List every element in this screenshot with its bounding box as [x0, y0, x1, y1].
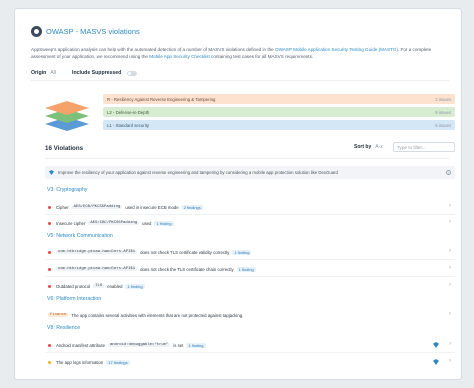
section-title-platform: V6: Platform Interaction [47, 296, 102, 302]
section-title-cryptography: V3: Cryptography [47, 187, 88, 193]
chevron-right-icon[interactable]: › [449, 203, 451, 209]
row-text: The app logs information [56, 359, 104, 365]
severity-dot [48, 343, 51, 347]
divider [45, 214, 455, 215]
severity-dot [48, 267, 51, 271]
divider [45, 158, 449, 159]
section-title-resilience: V8: Resilience [47, 325, 81, 331]
violation-row[interactable]: The app logs information 17 findings › [45, 357, 455, 367]
chevron-right-icon[interactable]: › [449, 265, 451, 271]
severity-dot [48, 221, 51, 225]
row-text: enabled [107, 283, 123, 289]
card-header: OWASP - MASVS violations [31, 26, 140, 37]
level-issues: 2 issues [435, 96, 451, 102]
violation-row[interactable]: Outdated protocol TLS enabled 1 finding … [45, 281, 455, 291]
row-text: is set [173, 342, 184, 348]
row-text: Outdated protocol [56, 283, 91, 289]
row-text: Cipher [56, 204, 69, 210]
chevron-right-icon[interactable]: › [449, 341, 451, 347]
filters-bar: Origin All Include Suppressed [31, 70, 138, 76]
chevron-right-icon[interactable]: › [449, 248, 451, 254]
row-text: does not check TLS certificate validity … [140, 249, 230, 255]
findings-badge: 1 finding [154, 220, 174, 226]
masvs-levels-stack-icon [43, 95, 91, 135]
filter-input[interactable] [393, 142, 455, 152]
section-title-network: V5: Network Communication [47, 233, 113, 239]
level-label: L2 - Defense-in-Depth [107, 109, 150, 115]
row-text: Insecure cipher [56, 220, 86, 226]
dexguard-icon [433, 342, 439, 348]
violation-row[interactable]: Finance The app contains several activit… [45, 310, 455, 320]
checklist-link[interactable]: Mobile App Security Checklist [149, 54, 210, 59]
violations-count: 16 Violations [45, 145, 84, 152]
violation-row[interactable]: Cipher AES/ECB/PKCS5Padding used in inse… [45, 202, 455, 212]
level-bar-resiliency[interactable]: R - Resiliency Against Reverse Engineeri… [103, 94, 455, 104]
include-suppressed-toggle[interactable] [127, 70, 138, 76]
level-issues: 9 issues [435, 109, 451, 115]
findings-badge: 2 findings [181, 204, 203, 210]
levels-list: R - Resiliency Against Reverse Engineeri… [103, 94, 455, 133]
suppressed-label: Include Suppressed [72, 70, 122, 76]
level-label: R - Resiliency Against Reverse Engineeri… [107, 96, 216, 102]
row-code: com.htbridge.pivaa.handlers.API$1 [56, 250, 138, 254]
divider [31, 80, 449, 81]
divider [45, 276, 455, 277]
findings-badge: 1 finding [232, 249, 252, 255]
row-code: AES/ECB/PKCS5Padding [71, 205, 123, 209]
description: AppSweep's application analysis can help… [31, 47, 451, 60]
row-code: android:debuggable="true" [107, 343, 171, 347]
level-bar-defense[interactable]: L2 - Defense-in-Depth 9 issues [103, 107, 455, 117]
dexguard-banner: Improve the resiliency of your applicati… [45, 166, 455, 179]
row-text: The app contains several activities with… [71, 312, 244, 318]
mastg-link[interactable]: OWASP Mobile Application Security Testin… [275, 47, 398, 52]
sort-label: Sort by [354, 144, 372, 150]
info-icon[interactable]: i [446, 170, 451, 175]
row-text: does not check the TLS certificate chain… [140, 266, 234, 272]
severity-dot [48, 250, 51, 254]
dexguard-icon [433, 359, 439, 365]
findings-badge: 1 finding [125, 283, 145, 289]
level-bar-standard[interactable]: L1 - Standard security 5 issues [103, 120, 455, 130]
chevron-right-icon[interactable]: › [449, 358, 451, 364]
violation-row[interactable]: com.htbridge.pivaa.handlers.API$1 does n… [45, 264, 455, 274]
chevron-right-icon[interactable]: › [449, 219, 451, 225]
violation-row[interactable]: Insecure cipher AES/CBC/PKCS5Padding use… [45, 218, 455, 228]
row-code: Finance [48, 313, 69, 317]
sort-control: Sort by A-z [354, 144, 383, 150]
row-text: used in insecure ECB mode [125, 204, 179, 210]
severity-dot [48, 360, 51, 364]
row-code: AES/CBC/PKCS5Padding [88, 221, 140, 225]
masvs-card: OWASP - MASVS violations AppSweep's appl… [14, 8, 462, 380]
divider [45, 352, 455, 353]
level-issues: 5 issues [435, 122, 451, 128]
divider [45, 259, 455, 260]
findings-badge: 1 finding [186, 342, 206, 348]
row-text: used [142, 220, 152, 226]
violation-row[interactable]: com.htbridge.pivaa.handlers.API$1 does n… [45, 247, 455, 257]
row-code: TLS [93, 284, 105, 288]
findings-badge: 1 finding [236, 266, 256, 272]
level-label: L1 - Standard security [107, 122, 150, 128]
page-title: OWASP - MASVS violations [46, 27, 140, 36]
severity-dot [48, 205, 51, 209]
violation-row[interactable]: Android manifest attribute android:debug… [45, 340, 455, 350]
origin-label: Origin [31, 70, 47, 76]
sort-select[interactable]: A-z [375, 144, 383, 150]
row-code: com.htbridge.pivaa.handlers.API$1 [56, 267, 138, 271]
chevron-right-icon[interactable]: › [449, 282, 451, 288]
dexguard-icon [49, 170, 54, 175]
banner-text: Improve the resiliency of your applicati… [58, 170, 338, 175]
row-text: Android manifest attribute [56, 342, 105, 348]
chevron-right-icon[interactable]: › [449, 311, 451, 317]
findings-badge: 17 findings [106, 359, 130, 365]
owasp-logo-icon [31, 26, 42, 37]
description-text: containing test cases for all MASVS requ… [209, 53, 314, 59]
severity-dot [48, 284, 51, 288]
description-text: AppSweep's application analysis can help… [31, 47, 275, 52]
origin-select[interactable]: All [50, 70, 56, 76]
